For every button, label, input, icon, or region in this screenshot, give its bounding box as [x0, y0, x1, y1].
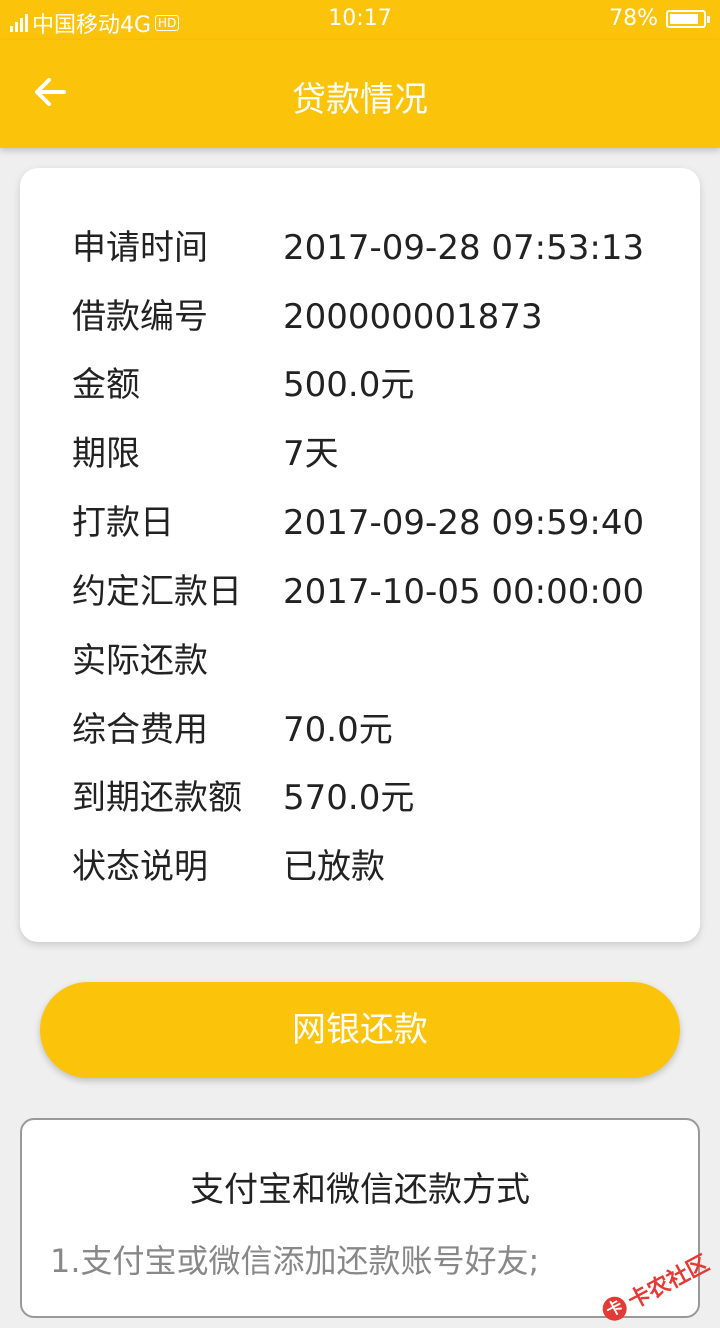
online-banking-repay-button[interactable]: 网银还款 — [40, 982, 680, 1078]
detail-label: 实际还款 — [72, 641, 208, 681]
loan-details-card: 申请时间 2017-09-28 07:53:13 借款编号 2000000018… — [20, 168, 700, 942]
detail-label: 打款日 — [72, 503, 174, 543]
detail-value: 2017-09-28 09:59:40 — [283, 503, 645, 543]
detail-value: 2017-09-28 07:53:13 — [283, 228, 645, 268]
detail-label: 综合费用 — [72, 710, 208, 750]
battery-percent: 78% — [609, 6, 658, 31]
alipay-wechat-repay-info: 支付宝和微信还款方式 1.支付宝或微信添加还款账号好友; — [20, 1118, 700, 1318]
detail-value: 2017-10-05 00:00:00 — [283, 572, 645, 612]
detail-value: 570.0元 — [283, 778, 415, 818]
app-bar: 贷款情况 — [0, 40, 720, 148]
detail-value: 70.0元 — [283, 710, 393, 750]
detail-value: 500.0元 — [283, 365, 415, 405]
detail-label: 约定汇款日 — [72, 572, 242, 612]
detail-label: 到期还款额 — [72, 778, 242, 818]
page-title: 贷款情况 — [292, 80, 428, 120]
detail-value: 200000001873 — [283, 297, 543, 337]
detail-label: 金额 — [72, 365, 140, 405]
info-box-step-1: 1.支付宝或微信添加还款账号好友; — [50, 1242, 540, 1280]
detail-label: 状态说明 — [72, 847, 208, 887]
detail-label: 借款编号 — [72, 297, 208, 337]
status-bar: 中国移动4G HD 10:17 78% — [0, 0, 720, 40]
detail-value: 7天 — [283, 434, 339, 474]
detail-label: 期限 — [72, 434, 140, 474]
status-right: 78% — [609, 6, 710, 31]
battery-icon — [666, 9, 710, 28]
info-box-title: 支付宝和微信还款方式 — [190, 1170, 530, 1210]
detail-value: 已放款 — [283, 847, 385, 887]
detail-label: 申请时间 — [72, 228, 208, 268]
